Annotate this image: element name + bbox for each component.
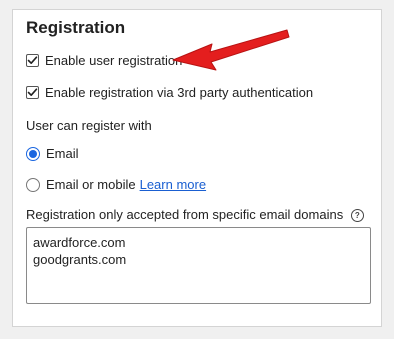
enable-user-registration-label: Enable user registration [45, 53, 183, 68]
enable-third-party-option[interactable]: Enable registration via 3rd party authen… [26, 85, 313, 100]
register-with-label: User can register with [26, 118, 152, 133]
checkmark-icon [27, 88, 38, 96]
radio-email-label: Email [46, 146, 79, 161]
enable-user-registration-checkbox[interactable] [26, 54, 39, 67]
domains-label: Registration only accepted from specific… [26, 207, 344, 222]
learn-more-link[interactable]: Learn more [140, 177, 206, 192]
checkmark-icon [27, 56, 38, 64]
radio-email-or-mobile-option[interactable]: Email or mobile Learn more [26, 177, 206, 192]
enable-third-party-checkbox[interactable] [26, 86, 39, 99]
radio-email-option[interactable]: Email [26, 146, 79, 161]
domains-label-row: Registration only accepted from specific… [26, 207, 364, 222]
email-domains-textarea[interactable] [26, 227, 371, 304]
registration-panel: Registration Enable user registration En… [12, 9, 382, 327]
radio-email[interactable] [26, 146, 40, 161]
radio-selected-dot [29, 149, 37, 158]
radio-email-or-mobile[interactable] [26, 177, 40, 192]
radio-email-or-mobile-label: Email or mobile [46, 177, 136, 192]
enable-third-party-label: Enable registration via 3rd party authen… [45, 85, 314, 100]
enable-user-registration-option[interactable]: Enable user registration [26, 53, 182, 68]
question-circle-icon[interactable]: ? [350, 209, 364, 222]
panel-title: Registration [26, 18, 126, 37]
page: Registration Enable user registration En… [0, 0, 394, 339]
